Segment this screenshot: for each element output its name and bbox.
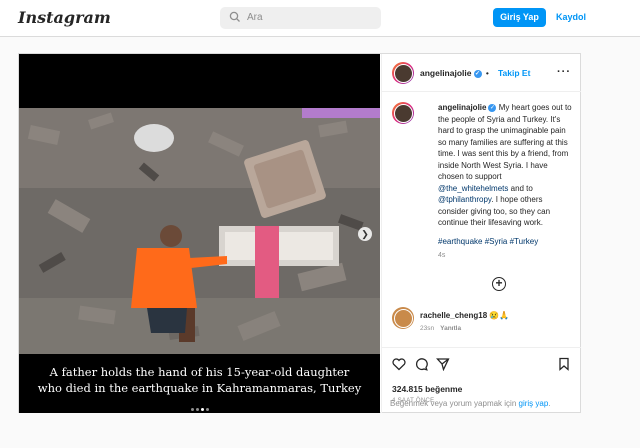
login-button[interactable]: Giriş Yap [493, 8, 546, 27]
login-prompt-suffix: . [548, 399, 551, 408]
image-caption-line2: who died in the earthquake in Kahramanma… [37, 381, 362, 395]
carousel-dot [205, 408, 209, 411]
avatar[interactable] [392, 102, 414, 124]
carousel-dot [195, 408, 199, 411]
post-media[interactable]: ❯ A father holds the hand of his 15-year… [19, 54, 380, 413]
comment-author[interactable]: rachelle_cheng18 [420, 311, 487, 320]
chevron-right-icon[interactable]: ❯ [358, 227, 372, 241]
instagram-logo[interactable]: Instagram [18, 8, 111, 27]
comment: rachelle_cheng18 😢🙏 [420, 311, 509, 320]
author-username-text[interactable]: angelinajolie [420, 68, 472, 78]
signup-link[interactable]: Kaydol [556, 12, 586, 22]
comment-time: 23sn [420, 325, 435, 332]
share-icon[interactable] [436, 357, 450, 371]
caption-time: 4s [438, 252, 446, 259]
bookmark-icon[interactable] [557, 357, 571, 371]
likes-count[interactable]: 324.815 beğenme [392, 384, 462, 394]
follow-button[interactable]: Takip Et [498, 68, 530, 78]
load-more-comments-icon[interactable]: + [492, 277, 506, 291]
post-side-panel: angelinajolie ✓ • Takip Et ··· angelinajo… [381, 54, 581, 413]
carousel-dots [19, 398, 380, 413]
comment-meta: 23sn Yanıtla [420, 325, 461, 332]
dot-separator: • [485, 68, 489, 78]
mention-whitehelmets[interactable]: @the_whitehelmets [438, 184, 508, 193]
carousel-dot [190, 408, 194, 411]
avatar[interactable] [392, 307, 414, 329]
search-box[interactable]: Ara [220, 7, 381, 29]
verified-icon: ✓ [488, 103, 497, 112]
search-icon [229, 11, 240, 22]
image-caption: A father holds the hand of his 15-year-o… [19, 364, 380, 396]
caption-mid: and to [508, 183, 533, 193]
avatar[interactable] [392, 62, 414, 84]
login-prompt-text: Beğenmek veya yorum yapmak için [390, 399, 519, 408]
post-header: angelinajolie ✓ • Takip Et ··· [382, 54, 581, 92]
reply-button[interactable]: Yanıtla [440, 325, 461, 332]
top-navigation-bar: Instagram Ara Giriş Yap Kaydol [0, 0, 640, 37]
login-prompt: Beğenmek veya yorum yapmak için giriş ya… [390, 399, 551, 408]
comments-section: angelinajolie ✓ My heart goes out to the … [382, 92, 581, 347]
author-username[interactable]: angelinajolie ✓ • [420, 68, 489, 78]
carousel-dot [200, 408, 204, 411]
verified-icon: ✓ [473, 69, 482, 78]
post-caption: angelinajolie ✓ My heart goes out to the … [438, 102, 574, 229]
heart-icon[interactable] [392, 357, 406, 371]
caption-author[interactable]: angelinajolie [438, 103, 486, 112]
earthquake-photo [19, 108, 380, 354]
comment-text: 😢🙏 [489, 311, 510, 320]
mention-tphilanthropy[interactable]: @tphilanthropy [438, 195, 491, 204]
image-caption-line1: A father holds the hand of his 15-year-o… [49, 365, 350, 379]
search-input[interactable]: Ara [247, 12, 263, 23]
post-card: ❯ A father holds the hand of his 15-year… [18, 53, 581, 413]
login-prompt-link[interactable]: giriş yap [519, 399, 549, 408]
hashtags[interactable]: #earthquake #Syria #Turkey [438, 237, 538, 246]
caption-body: My heart goes out to the people of Syria… [438, 103, 572, 181]
comment-icon[interactable] [414, 357, 428, 371]
more-options-icon[interactable]: ··· [557, 66, 571, 78]
